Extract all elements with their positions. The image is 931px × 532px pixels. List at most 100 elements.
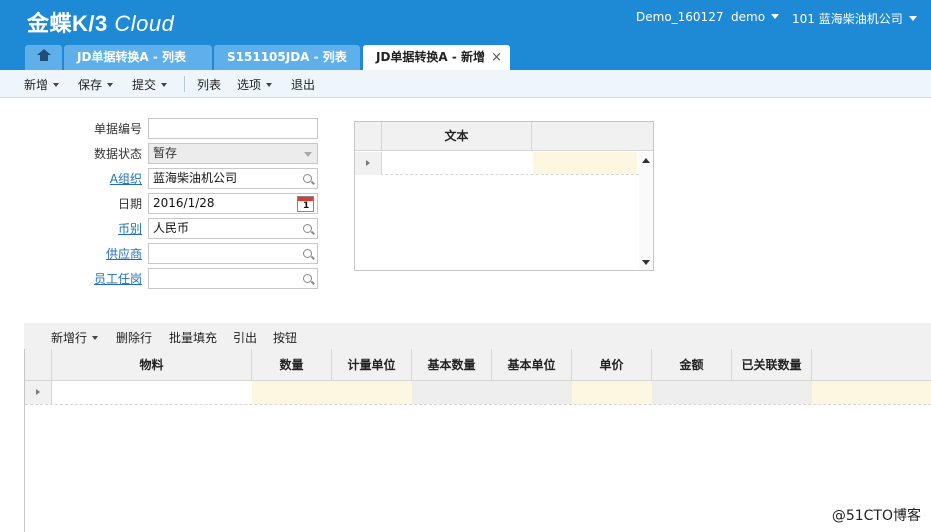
search-icon[interactable] [303, 224, 312, 233]
chevron-down-icon [53, 83, 60, 87]
main-toolbar: 新增 保存 提交 列表 选项 退出 [0, 70, 931, 98]
currency-value: 人民币 [153, 221, 190, 235]
user-menu[interactable]: demo [731, 10, 780, 24]
vertical-scrollbar[interactable] [639, 152, 653, 270]
add-row-label: 新增行 [51, 331, 88, 345]
column-header-base-unit[interactable]: 基本单位 [492, 349, 572, 381]
supplier-input[interactable] [148, 243, 318, 264]
toolbar-divider [184, 76, 185, 92]
pull-button[interactable]: 引出 [233, 329, 257, 346]
employee-input[interactable] [148, 268, 318, 289]
text-column-header[interactable]: 文本 [382, 122, 532, 151]
status-select: 暂存 [148, 143, 318, 164]
scroll-up-icon[interactable] [642, 158, 650, 163]
row-indicator[interactable] [25, 381, 52, 404]
app-window: 金蝶K/3 Cloud Demo_160127 demo 101 蓝海柴油机公司… [0, 0, 931, 532]
save-button[interactable]: 保存 [78, 76, 114, 93]
chevron-down-icon [771, 14, 780, 19]
table-cell[interactable] [572, 381, 652, 404]
row-indicator-header [25, 349, 52, 381]
search-icon[interactable] [303, 249, 312, 258]
button-button[interactable]: 按钮 [273, 329, 297, 346]
column-header-unit[interactable]: 计量单位 [332, 349, 412, 381]
column-header-base-quantity[interactable]: 基本数量 [412, 349, 492, 381]
detail-grid-header: 物料 数量 计量单位 基本数量 基本单位 单价 金额 已关联数量 [25, 349, 931, 381]
chevron-down-icon [266, 83, 273, 87]
logo-cloud-text: Cloud [114, 11, 175, 36]
org-field-label[interactable]: A组织 [2, 170, 142, 187]
table-cell[interactable] [52, 381, 252, 404]
status-value: 暂存 [153, 146, 178, 160]
exit-button[interactable]: 退出 [291, 76, 315, 93]
row-pointer-icon [366, 160, 370, 166]
org-name: 101 蓝海柴油机公司 [792, 12, 903, 26]
date-value: 2016/1/28 [153, 196, 215, 210]
currency-input[interactable]: 人民币 [148, 218, 318, 239]
org-menu[interactable]: 101 蓝海柴油机公司 [792, 10, 917, 27]
column-header-material[interactable]: 物料 [52, 349, 252, 381]
employee-label[interactable]: 员工任岗 [2, 270, 142, 287]
add-row-button[interactable]: 新增行 [51, 329, 99, 346]
chevron-down-icon [107, 83, 114, 87]
org-input[interactable]: 蓝海柴油机公司 [148, 168, 318, 189]
chevron-down-icon [304, 152, 312, 157]
delete-row-button[interactable]: 删除行 [116, 329, 152, 346]
batch-fill-button[interactable]: 批量填充 [169, 329, 217, 346]
search-icon[interactable] [303, 174, 312, 183]
calendar-icon[interactable]: 1 [297, 196, 314, 212]
column-header-price[interactable]: 单价 [572, 349, 652, 381]
home-icon [36, 49, 51, 64]
column-header-amount[interactable]: 金额 [652, 349, 732, 381]
new-label: 新增 [24, 78, 49, 92]
new-button[interactable]: 新增 [24, 76, 60, 93]
org-value: 蓝海柴油机公司 [153, 171, 238, 185]
chevron-down-icon [908, 16, 917, 21]
bill-no-label: 单据编号 [93, 122, 142, 136]
logo-main-text: 金蝶K/3 [27, 11, 108, 36]
options-label: 选项 [237, 78, 262, 92]
tab-home[interactable] [25, 45, 62, 70]
date-input[interactable]: 2016/1/28 1 [148, 193, 318, 214]
table-row[interactable] [355, 152, 639, 175]
tab-s151105-list[interactable]: S151105JDA - 列表 [214, 45, 360, 70]
submit-label: 提交 [132, 78, 157, 92]
table-cell[interactable] [652, 381, 812, 404]
tab-label: JD单据转换A - 新增 [376, 50, 486, 64]
tab-bill-new[interactable]: JD单据转换A - 新增 × [363, 45, 510, 70]
text-grid-header: 文本 [355, 122, 653, 151]
column-header-linked-quantity[interactable]: 已关联数量 [732, 349, 812, 381]
column-header-quantity[interactable]: 数量 [252, 349, 332, 381]
product-logo: 金蝶K/3 Cloud [27, 6, 174, 38]
user-name: demo [731, 10, 766, 24]
options-button[interactable]: 选项 [237, 76, 273, 93]
row-indicator[interactable] [355, 152, 382, 175]
watermark: @51CTO博客 [831, 508, 921, 524]
database-name[interactable]: Demo_160127 [636, 10, 723, 24]
table-cell[interactable] [412, 381, 572, 404]
chevron-down-icon [161, 83, 168, 87]
detail-toolbar: 新增行 删除行 批量填充 引出 按钮 [24, 323, 931, 349]
calendar-day: 1 [303, 201, 310, 211]
row-pointer-icon [36, 389, 40, 395]
supplier-label[interactable]: 供应商 [2, 245, 142, 262]
bill-no-input[interactable] [148, 118, 318, 139]
row-indicator-header [355, 122, 382, 151]
status-label: 数据状态 [93, 147, 142, 161]
text-grid: 文本 [354, 121, 654, 271]
table-cell[interactable] [812, 381, 931, 404]
search-icon[interactable] [303, 274, 312, 283]
scroll-down-icon[interactable] [642, 260, 650, 265]
chevron-down-icon [92, 336, 99, 340]
detail-grid: 物料 数量 计量单位 基本数量 基本单位 单价 金额 已关联数量 [24, 349, 931, 532]
list-button[interactable]: 列表 [197, 76, 221, 93]
table-row[interactable] [25, 381, 931, 405]
tab-bill-list[interactable]: JD单据转换A - 列表 [64, 45, 212, 70]
table-cell[interactable] [533, 152, 637, 174]
date-label: 日期 [117, 197, 142, 211]
close-icon[interactable]: × [491, 45, 502, 70]
currency-label[interactable]: 币别 [2, 220, 142, 237]
table-cell[interactable] [252, 381, 412, 404]
submit-button[interactable]: 提交 [132, 76, 168, 93]
header-bar: 金蝶K/3 Cloud Demo_160127 demo 101 蓝海柴油机公司… [0, 0, 931, 70]
save-label: 保存 [78, 78, 103, 92]
